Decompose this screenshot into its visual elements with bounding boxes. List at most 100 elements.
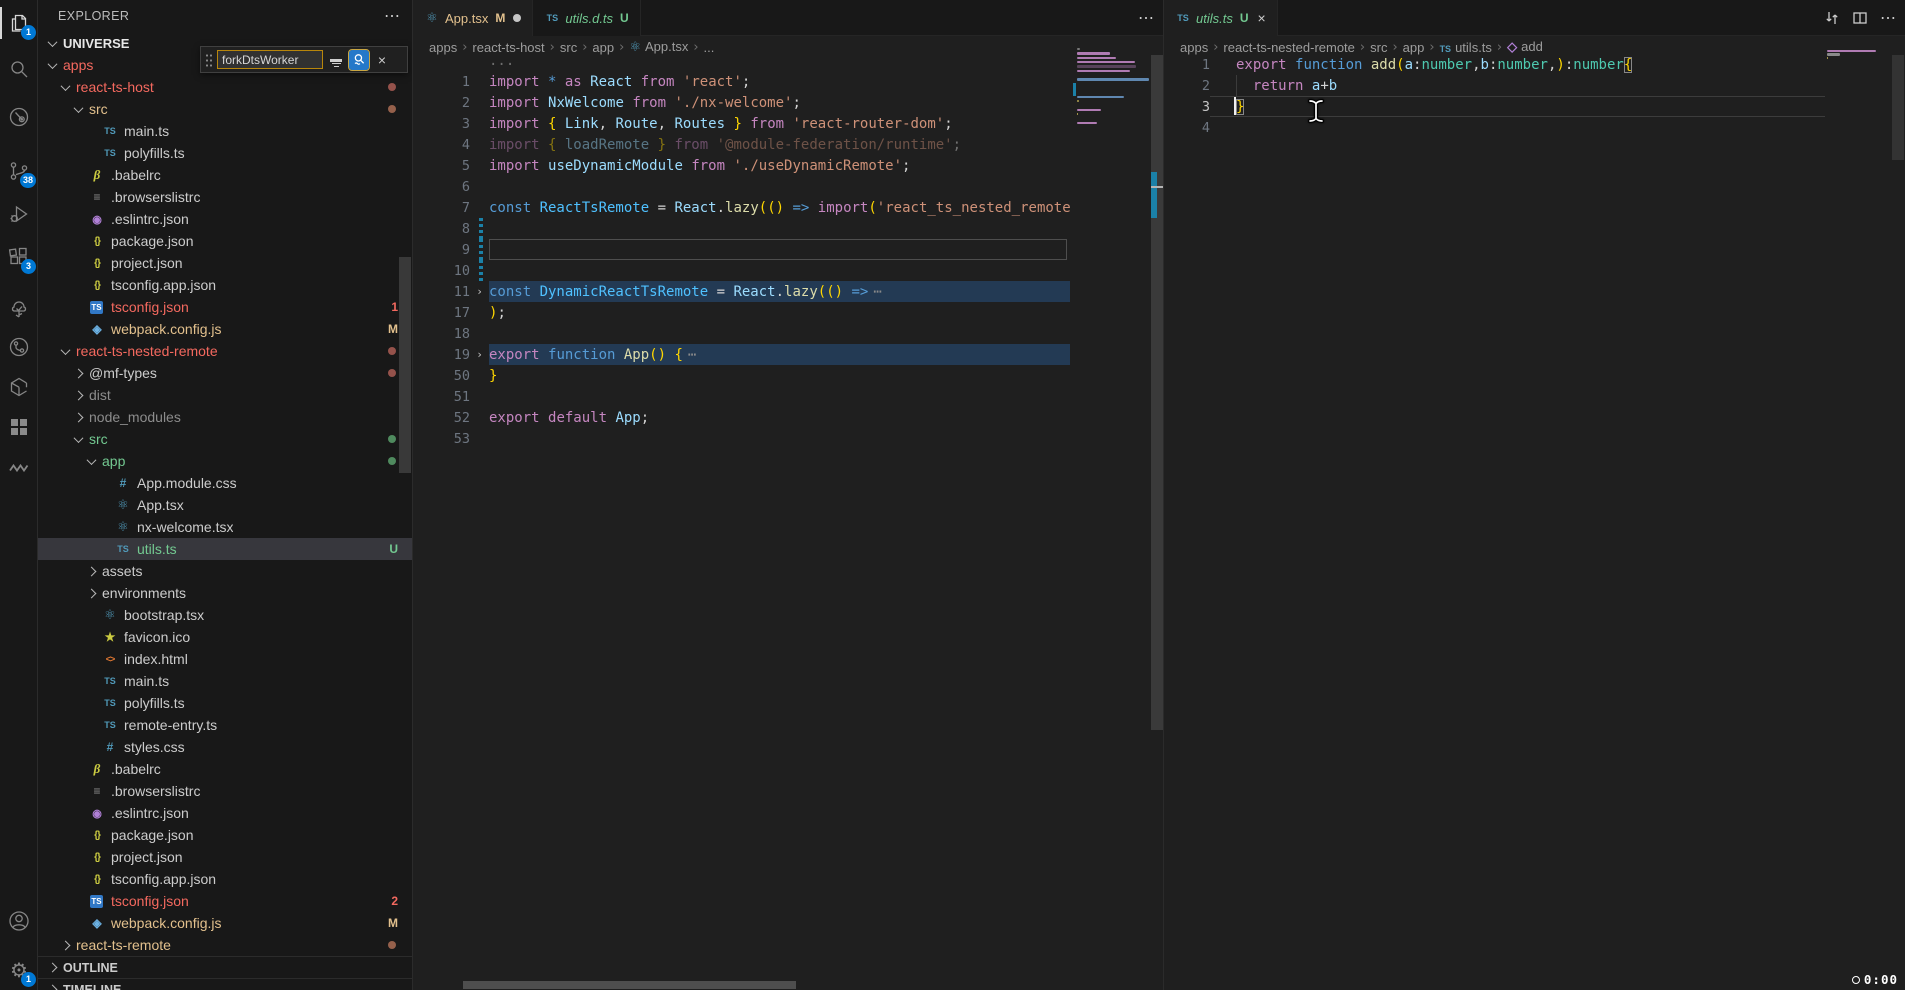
code-line-2[interactable]: 2 return a+b <box>1164 75 1825 96</box>
breadcrumb-item[interactable]: apps <box>1180 40 1208 55</box>
activity-item-project-grid[interactable] <box>0 407 38 447</box>
code-line-4[interactable]: 4 <box>1164 117 1825 138</box>
breadcrumb-item[interactable]: TSutils.ts <box>1440 40 1492 55</box>
code-line-8[interactable]: 8 <box>413 218 1070 239</box>
fuzzy-match-toggle-button[interactable] <box>349 50 369 70</box>
more-actions-icon[interactable]: ⋯ <box>1877 7 1899 29</box>
code-line-4[interactable]: 4import { loadRemote } from '@module-fed… <box>413 134 1070 155</box>
activity-item-accounts[interactable] <box>0 901 38 941</box>
activity-item-nx-console[interactable] <box>0 367 38 407</box>
tree-item-.eslintrc.json[interactable]: ◉.eslintrc.json <box>38 208 412 230</box>
code-line-51[interactable]: 51 <box>413 386 1070 407</box>
tree-item-react-ts-nested-remote[interactable]: react-ts-nested-remote <box>38 340 412 362</box>
vertical-scrollbar-left[interactable] <box>1151 55 1163 730</box>
tree-item-main.ts[interactable]: TSmain.ts <box>38 670 412 692</box>
vertical-scrollbar-right[interactable] <box>1892 55 1904 160</box>
timeline-section-header[interactable]: TIMELINE <box>38 978 412 990</box>
tree-item-.babelrc[interactable]: β.babelrc <box>38 164 412 186</box>
tree-item-package.json[interactable]: {}package.json <box>38 230 412 252</box>
minimap-right[interactable] <box>1825 50 1889 110</box>
fold-chevron[interactable]: › <box>470 285 489 298</box>
activity-item-search[interactable] <box>0 49 38 89</box>
folded-ellipsis[interactable]: ⋯ <box>688 347 696 363</box>
open-changes-icon[interactable] <box>1821 7 1843 29</box>
activity-item-git-graph[interactable] <box>0 327 38 367</box>
explorer-more-actions-icon[interactable]: ⋯ <box>384 6 400 26</box>
code-line-11[interactable]: 11›const DynamicReactTsRemote = React.la… <box>413 281 1070 302</box>
close-icon[interactable]: × <box>1258 10 1266 26</box>
code-line-10[interactable]: 10 <box>413 260 1070 281</box>
code-line-18[interactable]: 18 <box>413 323 1070 344</box>
tree-item-polyfills.ts[interactable]: TSpolyfills.ts <box>38 142 412 164</box>
tree-item-.eslintrc.json[interactable]: ◉.eslintrc.json <box>38 802 412 824</box>
tree-item-utils.ts[interactable]: TSutils.tsU <box>38 538 412 560</box>
more-actions-icon[interactable]: ⋯ <box>1135 7 1157 29</box>
breadcrumb-item[interactable]: react-ts-nested-remote <box>1223 40 1355 55</box>
code-line-3[interactable]: 3} <box>1164 96 1825 117</box>
activity-item-explorer[interactable]: 1 <box>0 3 38 43</box>
tree-item-project.json[interactable]: {}project.json <box>38 846 412 868</box>
sidebar-scrollbar[interactable] <box>399 257 411 473</box>
tab-app.tsx[interactable]: ⚛App.tsxM <box>413 0 533 36</box>
tree-item-styles.css[interactable]: #styles.css <box>38 736 412 758</box>
tree-item-main.ts[interactable]: TSmain.ts <box>38 120 412 142</box>
drag-handle-icon[interactable] <box>205 53 213 67</box>
tree-item-tsconfig.app.json[interactable]: {}tsconfig.app.json <box>38 274 412 296</box>
activity-item-scope-extension[interactable] <box>0 97 38 137</box>
code-line-5[interactable]: 5import useDynamicModule from './useDyna… <box>413 155 1070 176</box>
code-line-3[interactable]: 3import { Link, Route, Routes } from 're… <box>413 113 1070 134</box>
breadcrumb-item[interactable]: app <box>1403 40 1425 55</box>
tree-item-tsconfig.json[interactable]: TStsconfig.json1 <box>38 296 412 318</box>
tree-item-@mf-types[interactable]: @mf-types <box>38 362 412 384</box>
fold-chevron[interactable]: › <box>470 348 489 361</box>
tree-item-nx-welcome.tsx[interactable]: ⚛nx-welcome.tsx <box>38 516 412 538</box>
code-line-19[interactable]: 19›export function App() {⋯ <box>413 344 1070 365</box>
activity-item-console-wave[interactable] <box>0 447 38 487</box>
tree-item-.browserslistrc[interactable]: ≡.browserslistrc <box>38 780 412 802</box>
code-line-50[interactable]: 50} <box>413 365 1070 386</box>
tree-item-.browserslistrc[interactable]: ≡.browserslistrc <box>38 186 412 208</box>
close-icon[interactable]: × <box>372 50 392 70</box>
tree-item-index.html[interactable]: <>index.html <box>38 648 412 670</box>
minimap-left[interactable] <box>1075 48 1151 188</box>
code-line-53[interactable]: 53 <box>413 428 1070 449</box>
activity-item-source-control[interactable]: 38 <box>0 151 38 191</box>
tree-item-tsconfig.app.json[interactable]: {}tsconfig.app.json <box>38 868 412 890</box>
activity-item-extensions[interactable]: 3 <box>0 237 38 277</box>
code-line-17[interactable]: 17); <box>413 302 1070 323</box>
activity-item-todo-tree[interactable] <box>0 289 38 329</box>
tree-item-webpack.config.js[interactable]: ◈webpack.config.jsM <box>38 912 412 934</box>
code-line-2[interactable]: 2import NxWelcome from './nx-welcome'; <box>413 92 1070 113</box>
code-line-1[interactable]: 1export function add(a:number,b:number,)… <box>1164 54 1825 75</box>
code-line-52[interactable]: 52export default App; <box>413 407 1070 428</box>
tree-item-remote-entry.ts[interactable]: TSremote-entry.ts <box>38 714 412 736</box>
tree-item-app.tsx[interactable]: ⚛App.tsx <box>38 494 412 516</box>
code-line-9[interactable]: 9 <box>413 239 1070 260</box>
tree-item-react-ts-remote[interactable]: react-ts-remote <box>38 934 412 956</box>
tree-item-webpack.config.js[interactable]: ◈webpack.config.jsM <box>38 318 412 340</box>
folded-ellipsis[interactable]: ⋯ <box>873 284 881 300</box>
tree-item-polyfills.ts[interactable]: TSpolyfills.ts <box>38 692 412 714</box>
tree-item-package.json[interactable]: {}package.json <box>38 824 412 846</box>
tree-item-src[interactable]: src <box>38 98 412 120</box>
tree-item-src[interactable]: src <box>38 428 412 450</box>
tree-item-app.module.css[interactable]: #App.module.css <box>38 472 412 494</box>
tree-item-favicon.ico[interactable]: ★favicon.ico <box>38 626 412 648</box>
filter-toggle-button[interactable] <box>326 50 346 70</box>
tree-item-app[interactable]: app <box>38 450 412 472</box>
activity-item-run-debug[interactable] <box>0 194 38 234</box>
tree-find-input[interactable] <box>217 50 323 69</box>
breadcrumb-item[interactable]: ◇add <box>1507 39 1543 55</box>
tree-item-tsconfig.json[interactable]: TStsconfig.json2 <box>38 890 412 912</box>
tree-item-environments[interactable]: environments <box>38 582 412 604</box>
tree-item-bootstrap.tsx[interactable]: ⚛bootstrap.tsx <box>38 604 412 626</box>
tree-item-.babelrc[interactable]: β.babelrc <box>38 758 412 780</box>
tree-item-react-ts-host[interactable]: react-ts-host <box>38 76 412 98</box>
code-line-pre[interactable]: ... <box>413 50 1070 71</box>
code-line-1[interactable]: 1import * as React from 'react'; <box>413 71 1070 92</box>
tree-item-node-modules[interactable]: node_modules <box>38 406 412 428</box>
horizontal-scrollbar-left[interactable] <box>463 981 796 989</box>
tab-utils.ts[interactable]: TSutils.tsU× <box>1164 0 1278 36</box>
code-editor-utils-ts[interactable]: 1export function add(a:number,b:number,)… <box>1164 54 1825 990</box>
activity-item-settings-gear[interactable]: ⚙1 <box>0 950 38 990</box>
